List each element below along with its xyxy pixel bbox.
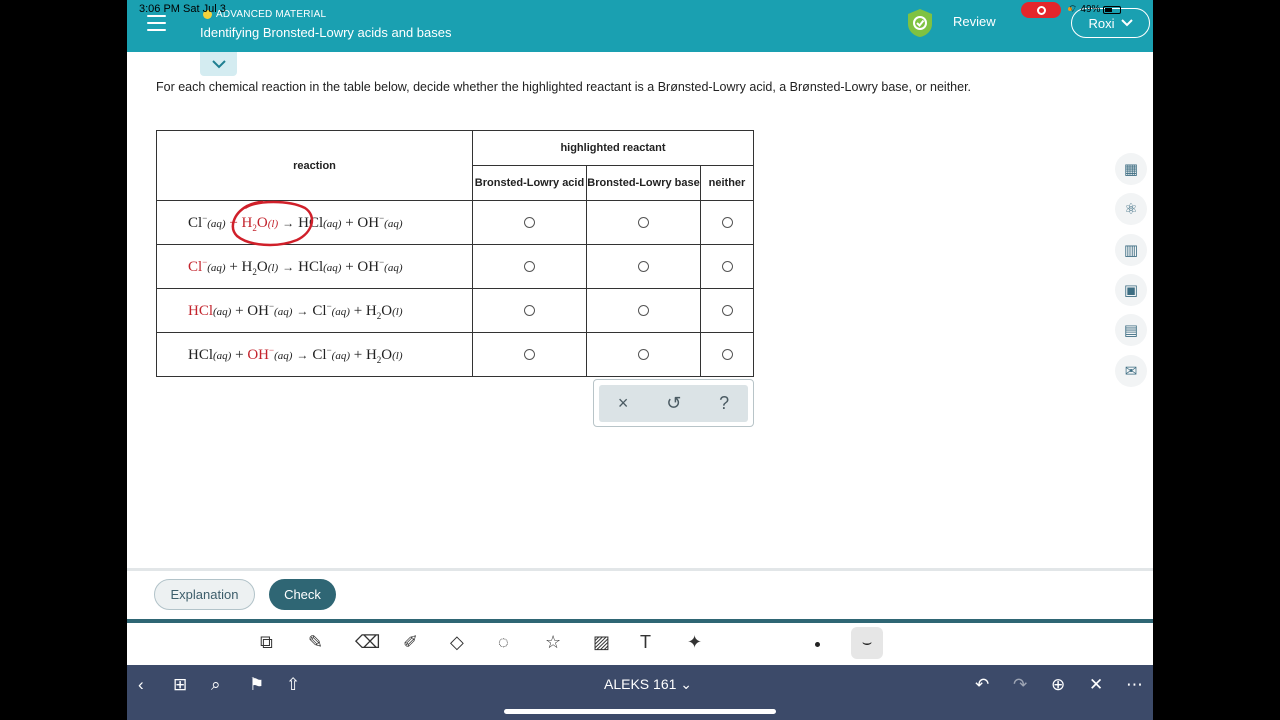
clear-answer-button[interactable]: ×: [618, 393, 629, 414]
table-row: HCl(aq) + OH−(aq) → Cl−(aq) + H2O(l): [156, 288, 754, 333]
reaction-table: reaction highlighted reactant Bronsted-L…: [156, 130, 754, 377]
table-row: HCl(aq) + OH−(aq) → Cl−(aq) + H2O(l): [156, 332, 754, 377]
lasso-crop-icon[interactable]: ⧉: [260, 632, 273, 653]
back-icon[interactable]: ‹: [138, 675, 144, 695]
lasso-icon[interactable]: ◌: [498, 632, 509, 653]
highlighter-icon[interactable]: ✐: [403, 632, 418, 653]
home-indicator: [504, 709, 776, 714]
footer-divider: [127, 568, 1153, 571]
bottom-navigation: ‹ ⊞ ⌕ ⚑ ⇧ ALEKS 161 ⌄ ↶ ↷ ⊕ ✕ ⋯: [127, 665, 1153, 720]
reaction-equation-2: Cl−(aq) + H2O(l) → HCl(aq) + OH−(aq): [156, 244, 473, 289]
chevron-down-icon: [1120, 19, 1133, 27]
table-row: Cl−(aq) + H2O(l) → HCl(aq) + OH−(aq): [156, 200, 754, 245]
question-instructions: For each chemical reaction in the table …: [156, 80, 972, 94]
laser-pointer-icon[interactable]: ✦: [687, 632, 702, 653]
screen-recording-icon[interactable]: [1021, 2, 1061, 18]
wifi-icon: ⌔: [1068, 4, 1078, 15]
sticker-icon[interactable]: ☆: [545, 632, 561, 653]
chevron-down-icon: [211, 59, 226, 68]
battery-percent: 49%: [1080, 4, 1101, 15]
calculator-icon[interactable]: ▦: [1115, 153, 1147, 185]
radio-neither-1[interactable]: [721, 216, 733, 228]
textbook-icon[interactable]: ▤: [1115, 314, 1147, 346]
add-page-icon[interactable]: ⊕: [1051, 675, 1065, 695]
base-column-header: Bronsted-Lowry base: [586, 165, 701, 201]
pen-size-icon[interactable]: [815, 642, 820, 647]
stroke-style-icon[interactable]: ⌣: [851, 627, 883, 659]
menu-icon[interactable]: [147, 15, 166, 31]
reaction-equation-3: HCl(aq) + OH−(aq) → Cl−(aq) + H2O(l): [156, 288, 473, 333]
highlighted-reactant-header: highlighted reactant: [472, 130, 754, 166]
check-button[interactable]: Check: [269, 579, 336, 610]
reaction-column-header: reaction: [156, 130, 473, 201]
table-row: Cl−(aq) + H2O(l) → HCl(aq) + OH−(aq): [156, 244, 754, 289]
review-button[interactable]: Review: [953, 14, 996, 29]
data-chart-icon[interactable]: ▥: [1115, 234, 1147, 266]
shapes-icon[interactable]: ◇: [450, 632, 464, 653]
status-right: ⌔ 49%: [1068, 3, 1122, 16]
pen-off-icon[interactable]: ✕: [1089, 675, 1103, 695]
grid-icon[interactable]: ⊞: [173, 675, 187, 695]
redo-icon[interactable]: ↷: [1013, 675, 1027, 695]
section-label-text: ADVANCED MATERIAL: [216, 9, 327, 20]
answer-tools-panel: × ↺ ?: [593, 379, 754, 427]
reaction-equation-1: Cl−(aq) + H2O(l) → HCl(aq) + OH−(aq): [156, 200, 473, 245]
radio-base-4[interactable]: [638, 348, 649, 360]
radio-neither-2[interactable]: [721, 260, 733, 272]
pen-icon[interactable]: ✎: [308, 632, 323, 653]
explanation-button[interactable]: Explanation: [154, 579, 255, 610]
more-icon[interactable]: ⋯: [1126, 675, 1143, 695]
help-button[interactable]: ?: [719, 393, 729, 414]
text-box-icon[interactable]: T: [640, 632, 651, 653]
radio-acid-2[interactable]: [524, 260, 535, 272]
radio-base-1[interactable]: [638, 216, 649, 228]
eraser-icon[interactable]: ⌫: [355, 632, 380, 653]
share-icon[interactable]: ⇧: [286, 675, 300, 695]
neither-column-header: neither: [700, 165, 754, 201]
acid-column-header: Bronsted-Lowry acid: [472, 165, 587, 201]
status-time: 3:06 PM Sat Jul 3: [139, 3, 226, 15]
radio-acid-1[interactable]: [524, 216, 535, 228]
undo-answer-button[interactable]: ↺: [666, 393, 681, 414]
radio-acid-3[interactable]: [524, 304, 535, 316]
app-header: ADVANCED MATERIAL Identifying Bronsted-L…: [127, 0, 1153, 52]
markup-toolbar: ⧉ ✎ ⌫ ✐ ◇ ◌ ☆ ▨ T ✦ ⌣: [127, 623, 1153, 665]
mail-icon[interactable]: ✉: [1115, 355, 1147, 387]
user-name: Roxi: [1088, 15, 1115, 31]
radio-neither-4[interactable]: [721, 348, 733, 360]
periodic-table-icon[interactable]: ⚛: [1115, 193, 1147, 225]
bookmark-icon[interactable]: ⚑: [249, 675, 264, 695]
collapse-header-toggle[interactable]: [200, 52, 237, 76]
search-icon[interactable]: ⌕: [211, 675, 221, 695]
app-screen: ADVANCED MATERIAL Identifying Bronsted-L…: [127, 0, 1153, 720]
radio-base-3[interactable]: [638, 304, 649, 316]
radio-neither-3[interactable]: [721, 304, 733, 316]
battery-icon: [1103, 5, 1122, 14]
radio-acid-4[interactable]: [524, 348, 535, 360]
reference-icon[interactable]: ▣: [1115, 274, 1147, 306]
document-title[interactable]: ALEKS 161 ⌄: [604, 676, 692, 693]
undo-icon[interactable]: ↶: [975, 675, 989, 695]
reaction-equation-4: HCl(aq) + OH−(aq) → Cl−(aq) + H2O(l): [156, 332, 473, 377]
image-icon[interactable]: ▨: [593, 632, 610, 653]
radio-base-2[interactable]: [638, 260, 649, 272]
progress-shield-icon[interactable]: [906, 8, 934, 38]
topic-title: Identifying Bronsted-Lowry acids and bas…: [200, 25, 452, 40]
